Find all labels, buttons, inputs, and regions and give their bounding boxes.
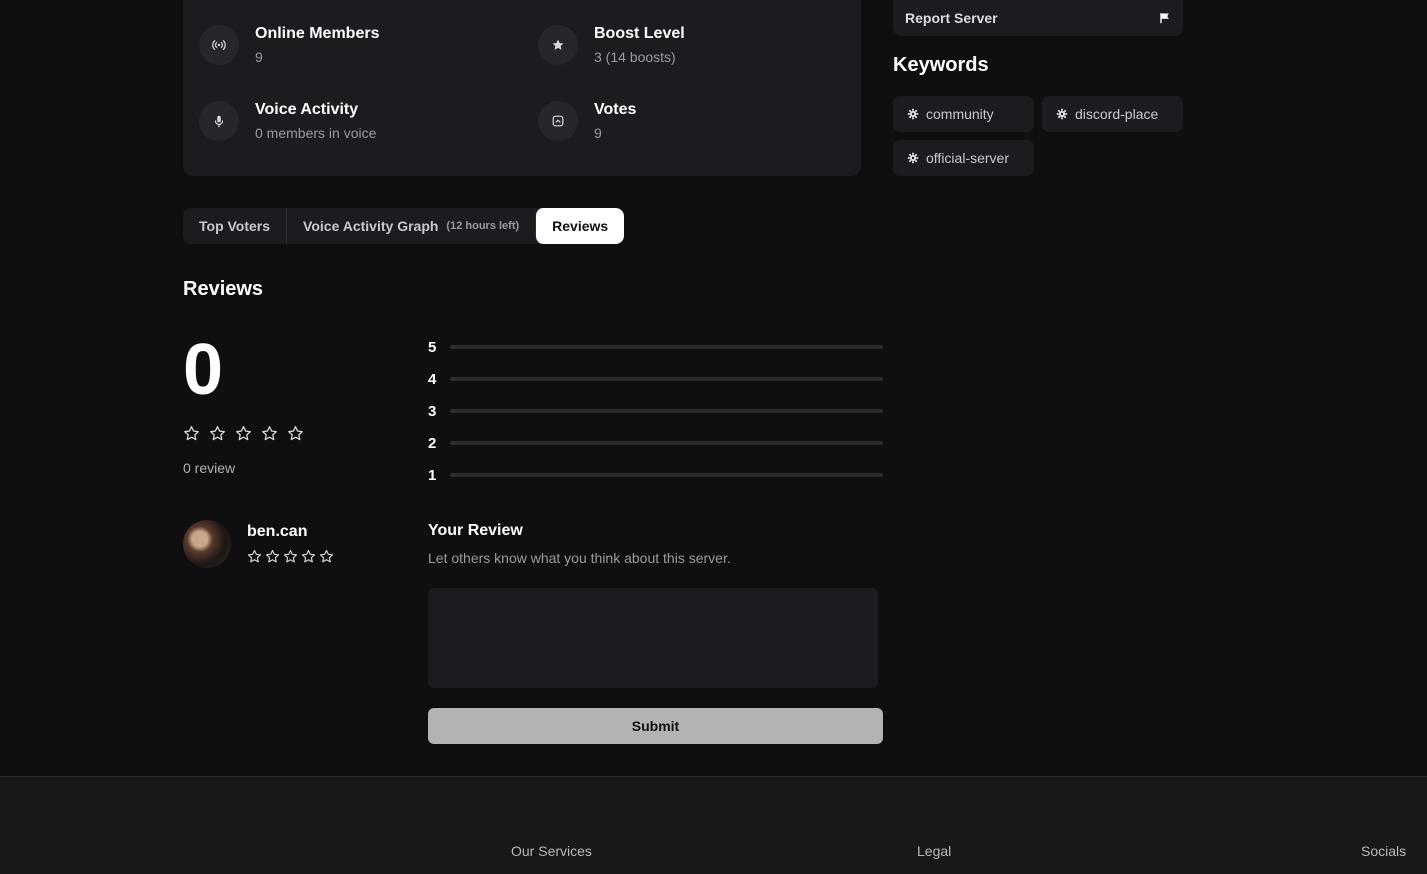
stat-voice-activity: Voice Activity 0 members in voice — [199, 100, 376, 142]
star-icon — [262, 426, 277, 441]
keyword-chip[interactable]: community — [893, 96, 1034, 132]
stat-value: 0 members in voice — [255, 125, 377, 141]
avatar — [183, 520, 231, 568]
rating-bar-track — [450, 441, 883, 445]
review-textarea[interactable] — [428, 588, 878, 688]
rating-bar-5: 5 — [428, 338, 883, 356]
stat-online-members: Online Members 9 — [199, 24, 379, 66]
rating-bar-track — [450, 473, 883, 477]
review-count: 0 review — [183, 460, 236, 476]
stat-title: Boost Level — [594, 25, 685, 42]
tab-label: Reviews — [552, 218, 609, 234]
microphone-icon — [199, 101, 239, 141]
stat-value: 3 (14 boosts) — [594, 49, 676, 65]
broadcast-icon — [199, 25, 239, 65]
keywords-title: Keywords — [893, 54, 989, 76]
rating-bar-label: 3 — [428, 402, 437, 420]
footer-heading-legal: Legal — [917, 843, 952, 859]
average-rating: 0 — [183, 330, 224, 410]
average-star-rating — [183, 425, 304, 442]
tab-voice-activity-graph[interactable]: Voice Activity Graph (12 hours left) — [286, 208, 535, 244]
vote-icon — [538, 101, 578, 141]
rating-bar-1: 1 — [428, 466, 883, 484]
star-icon — [210, 426, 225, 441]
rating-bar-2: 2 — [428, 434, 883, 452]
gear-icon — [907, 108, 919, 120]
server-tabs: Top Voters Voice Activity Graph (12 hour… — [183, 208, 625, 244]
flag-icon — [1160, 13, 1169, 24]
rating-bar-label: 4 — [428, 370, 437, 388]
tab-label: Top Voters — [199, 218, 271, 234]
report-server-button[interactable]: Report Server — [893, 0, 1183, 36]
rating-bar-label: 5 — [428, 338, 437, 356]
stat-title: Voice Activity — [255, 101, 359, 118]
footer: Our Services Legal Socials — [0, 776, 1427, 874]
star-icon — [184, 426, 199, 441]
tab-sublabel: (12 hours left) — [446, 220, 520, 232]
star-icon[interactable] — [265, 549, 280, 564]
user-star-rating-input[interactable] — [247, 549, 334, 564]
rating-bar-label: 1 — [428, 466, 437, 484]
keyword-chip[interactable]: official-server — [893, 140, 1034, 176]
stat-votes: Votes 9 — [538, 100, 636, 142]
page: Online Members 9 Boost Level 3 (14 boost… — [0, 0, 1427, 874]
star-icon[interactable] — [319, 549, 334, 564]
server-stats-card: Online Members 9 Boost Level 3 (14 boost… — [183, 0, 861, 176]
star-icon — [288, 426, 303, 441]
tab-top-voters[interactable]: Top Voters — [183, 208, 286, 244]
rating-bar-label: 2 — [428, 434, 437, 452]
your-review-subtitle: Let others know what you think about thi… — [428, 550, 731, 566]
keyword-label: community — [926, 106, 994, 122]
footer-heading-services: Our Services — [511, 843, 592, 859]
stat-title: Votes — [594, 101, 637, 118]
rating-bar-track — [450, 377, 883, 381]
star-icon[interactable] — [283, 549, 298, 564]
rating-bar-3: 3 — [428, 402, 883, 420]
stat-boost-level: Boost Level 3 (14 boosts) — [538, 24, 685, 66]
report-server-label: Report Server — [905, 10, 998, 26]
footer-heading-socials: Socials — [1361, 843, 1407, 859]
star-icon — [236, 426, 251, 441]
star-icon[interactable] — [247, 549, 262, 564]
rating-bar-track — [450, 345, 883, 349]
tab-reviews[interactable]: Reviews — [535, 208, 625, 244]
gear-icon — [1056, 108, 1068, 120]
star-icon[interactable] — [301, 549, 316, 564]
keyword-chip[interactable]: discord-place — [1042, 96, 1183, 132]
stat-title: Online Members — [255, 25, 380, 42]
stat-value: 9 — [594, 125, 602, 141]
submit-button[interactable]: Submit — [428, 708, 883, 744]
rating-bar-track — [450, 409, 883, 413]
username: ben.can — [247, 523, 308, 540]
gear-icon — [907, 152, 919, 164]
star-icon — [538, 25, 578, 65]
stat-value: 9 — [255, 49, 263, 65]
rating-bar-4: 4 — [428, 370, 883, 388]
keyword-label: official-server — [926, 150, 1009, 166]
tab-label: Voice Activity Graph — [303, 218, 439, 234]
keyword-label: discord-place — [1075, 106, 1159, 122]
reviews-title: Reviews — [183, 278, 264, 300]
current-user: ben.can — [183, 520, 334, 568]
your-review-title: Your Review — [428, 522, 523, 539]
